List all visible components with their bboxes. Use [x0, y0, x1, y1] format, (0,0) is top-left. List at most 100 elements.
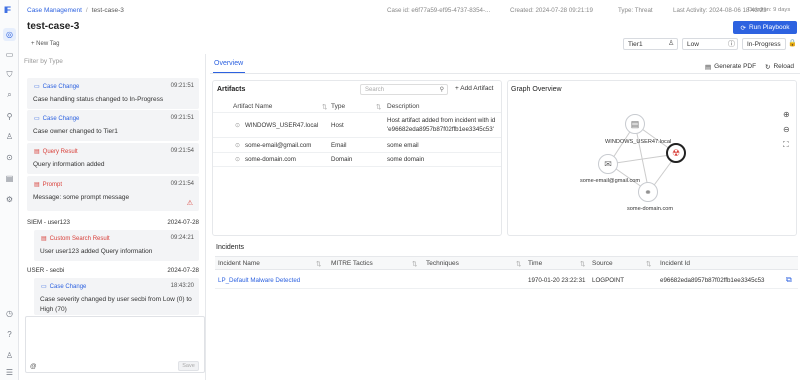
info-icon: ⓘ [728, 41, 735, 48]
sort-icon[interactable]: ⇅ [376, 103, 381, 111]
zoom-out-icon[interactable]: ⊖ [783, 125, 790, 134]
column-header-artifact-name[interactable]: Artifact Name [233, 103, 272, 110]
nav-rail: IF ◎ ▭ ⛉ ⌕ ⚲ ♙ ⊙ ▤ ⚙ ◷ ? ♙ ☰ [0, 0, 19, 380]
save-comment-button[interactable]: Save [178, 361, 199, 371]
timeline-item[interactable]: ▭ Case Change 09:21:51 Case owner changed… [27, 110, 199, 141]
artifact-type: Host [331, 122, 344, 129]
user-icon: ♙ [668, 40, 675, 47]
run-playbook-label: Run Playbook [748, 24, 790, 31]
filter-by-type-input[interactable]: Filter by Type [24, 58, 63, 65]
timeline-item-time: 09:21:54 [170, 181, 194, 187]
artifact-name[interactable]: WINDOWS_USER47.local [245, 121, 318, 130]
copy-icon[interactable]: ⧉ [786, 275, 792, 284]
timeline-item-message: Query information added [33, 161, 105, 168]
row-divider [213, 112, 501, 113]
generate-pdf-label: Generate PDF [714, 63, 757, 70]
investigate-icon[interactable]: ⌕ [3, 88, 16, 101]
graph-label-host: WINDOWS_USER47.local [605, 139, 672, 145]
case-duration: Duration: 9 days [748, 7, 791, 13]
graph-label-email: some-email@gmail.com [580, 178, 641, 184]
timeline-item[interactable]: ▭ Case Change 09:21:51 Case handling stat… [27, 78, 199, 109]
breadcrumb-case-management[interactable]: Case Management [27, 7, 82, 14]
group-name: USER - secbi [27, 267, 65, 274]
host-icon: ▤ [630, 118, 640, 129]
generate-pdf-button[interactable]: ▤ Generate PDF [705, 61, 756, 72]
artifact-description: some domain [387, 156, 425, 163]
artifact-name[interactable]: some-email@gmail.com [245, 141, 311, 150]
zoom-in-icon[interactable]: ⊕ [783, 110, 790, 119]
lock-icon[interactable]: 🔒 [788, 39, 797, 47]
column-header-type[interactable]: Type [331, 103, 345, 110]
add-artifact-button[interactable]: + Add Artifact [455, 85, 494, 92]
incident-source: LOGPOINT [592, 277, 624, 284]
cases-icon[interactable]: ◎ [3, 28, 16, 41]
search-icon[interactable]: ⚲ [3, 110, 16, 123]
search-icon: ⚲ [439, 87, 444, 93]
reload-button[interactable]: ↻ Reload [765, 61, 794, 72]
group-name: SIEM - user123 [27, 219, 70, 226]
sort-icon[interactable]: ⇅ [646, 260, 651, 268]
sort-icon[interactable]: ⇅ [580, 260, 585, 268]
settings-icon[interactable]: ⚙ [3, 193, 16, 206]
run-playbook-button[interactable]: ⟳ Run Playbook [733, 21, 797, 34]
shield-icon[interactable]: ⛉ [3, 68, 16, 81]
column-header-source[interactable]: Source [592, 260, 613, 267]
column-header-mitre-tactics[interactable]: MITRE Tactics [331, 260, 373, 267]
history-icon[interactable]: ◷ [3, 307, 16, 320]
timeline-item[interactable]: ▤ Custom Search Result 09:24:21 User user… [34, 230, 199, 261]
timeline-item-type: Custom Search Result [49, 235, 110, 242]
playbook-icon: ⟳ [740, 24, 746, 32]
graph-node-email[interactable]: ✉ [598, 154, 618, 174]
graph-node-host[interactable]: ▤ [625, 114, 645, 134]
incident-name-link[interactable]: LP_Default Malware Detected [218, 276, 300, 285]
case-change-icon: ▭ [34, 116, 40, 122]
column-header-techniques[interactable]: Techniques [426, 260, 459, 267]
timeline-item-type: Case Change [42, 83, 80, 90]
prompt-icon: ▤ [34, 182, 40, 188]
incident-time: 1970-01-20 23:22:31 [528, 277, 586, 284]
app-logo[interactable]: IF [4, 5, 11, 15]
list-icon[interactable]: ☰ [3, 366, 16, 379]
column-header-time[interactable]: Time [528, 260, 542, 267]
timeline-item[interactable]: ▤ Query Result 09:21:54 Query information… [27, 143, 199, 174]
email-icon: ✉ [604, 158, 612, 169]
sort-icon[interactable]: ⇅ [412, 260, 417, 268]
artifact-search-input[interactable]: Search ⚲ [360, 84, 448, 95]
sort-icon[interactable]: ⇅ [322, 103, 327, 111]
sort-icon[interactable]: ⇅ [316, 260, 321, 268]
sort-icon[interactable]: ⇅ [516, 260, 521, 268]
new-tag-button[interactable]: + New Tag [31, 41, 59, 47]
tab-overview[interactable]: Overview [214, 60, 243, 67]
query-result-icon: ▤ [34, 149, 40, 155]
column-header-description[interactable]: Description [387, 103, 420, 110]
status-select[interactable]: In-Progress [742, 38, 786, 50]
group-date: 2024-07-28 [167, 219, 199, 226]
user-icon[interactable]: ♙ [3, 130, 16, 143]
case-change-icon: ▭ [41, 284, 47, 290]
group-date: 2024-07-28 [167, 267, 199, 274]
profile-icon[interactable]: ♙ [3, 349, 16, 362]
row-divider [215, 288, 798, 289]
help-icon[interactable]: ? [3, 328, 16, 341]
timeline-item-message: Case severity changed by user secbi from… [40, 296, 192, 313]
column-header-incident-id[interactable]: Incident Id [660, 260, 690, 267]
timeline-item-message: Case handling status changed to In-Progr… [33, 96, 164, 103]
timeline-item-type: Case Change [42, 115, 80, 122]
document-icon[interactable]: ▤ [3, 172, 16, 185]
artifact-name[interactable]: some-domain.com [245, 155, 296, 164]
graph-edges [608, 123, 678, 193]
incidents-header [215, 256, 798, 270]
graph-node-incident[interactable]: ☢ [666, 143, 686, 163]
add-artifact-label: Add Artifact [460, 85, 494, 92]
search-placeholder: Search [365, 86, 385, 93]
comment-box[interactable]: @ Save [25, 316, 205, 373]
target-icon[interactable]: ⊙ [3, 151, 16, 164]
timeline-item[interactable]: ▭ Case Change 18:43:20 Case severity chan… [34, 278, 199, 315]
incidents-title: Incidents [216, 244, 245, 251]
graph-node-domain[interactable]: ⚭ [638, 182, 658, 202]
column-header-incident-name[interactable]: Incident Name [218, 260, 260, 267]
case-created: Created: 2024-07-28 09:21:19 [510, 7, 593, 14]
fit-view-icon[interactable]: ⛶ [783, 140, 789, 150]
monitor-icon[interactable]: ▭ [3, 48, 16, 61]
timeline-item[interactable]: ▤ Prompt 09:21:54 Message: some prompt me… [27, 176, 199, 211]
